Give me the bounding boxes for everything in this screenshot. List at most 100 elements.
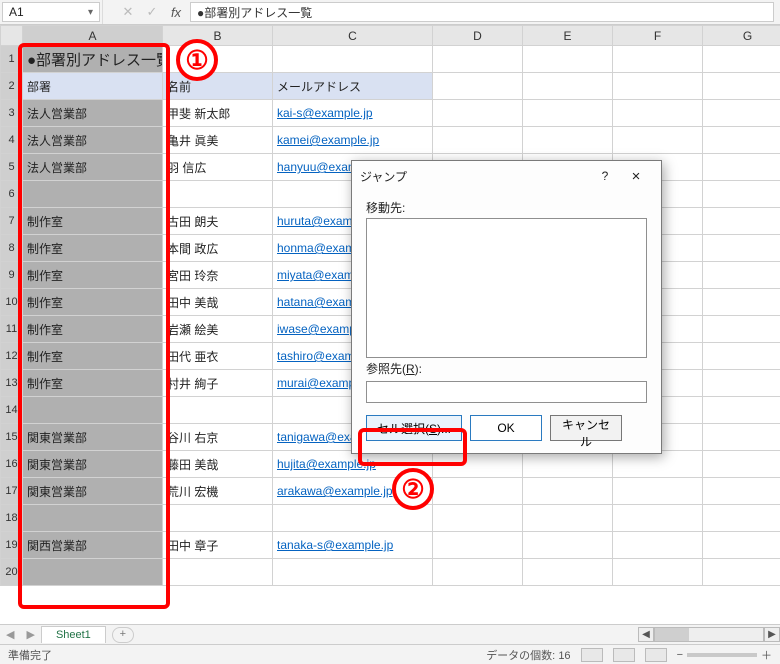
cell[interactable] — [703, 397, 780, 424]
cell[interactable] — [523, 451, 613, 478]
cell[interactable]: 宮田 玲奈 — [163, 262, 273, 289]
cell[interactable] — [523, 505, 613, 532]
cell[interactable]: 制作室 — [23, 343, 163, 370]
zoom-control[interactable]: − ＋ — [677, 647, 772, 663]
cell[interactable] — [703, 532, 780, 559]
dialog-close-button[interactable]: × — [619, 168, 653, 185]
cell[interactable]: 制作室 — [23, 316, 163, 343]
scroll-thumb[interactable] — [655, 628, 689, 641]
cell[interactable] — [703, 478, 780, 505]
zoom-slider[interactable] — [687, 653, 757, 657]
cell[interactable] — [523, 478, 613, 505]
cell[interactable] — [523, 73, 613, 100]
email-link[interactable]: kamei@example.jp — [277, 133, 379, 147]
sheet-tab[interactable]: Sheet1 — [41, 626, 106, 643]
cell[interactable] — [163, 181, 273, 208]
cell[interactable] — [703, 451, 780, 478]
cell[interactable] — [523, 127, 613, 154]
cell[interactable]: 羽 信広 — [163, 154, 273, 181]
cell[interactable] — [273, 505, 433, 532]
cell[interactable] — [613, 478, 703, 505]
cell[interactable] — [163, 397, 273, 424]
cell[interactable] — [703, 127, 780, 154]
cell[interactable] — [523, 100, 613, 127]
cell[interactable] — [523, 46, 613, 73]
name-box-dropdown-icon[interactable]: ▾ — [88, 7, 93, 18]
cell[interactable] — [163, 505, 273, 532]
cell[interactable]: 岩瀬 絵美 — [163, 316, 273, 343]
cell[interactable]: 田中 美哉 — [163, 289, 273, 316]
col-header-G[interactable]: G — [703, 26, 780, 46]
cell[interactable] — [703, 505, 780, 532]
cell[interactable]: 名前 — [163, 73, 273, 100]
zoom-in-icon[interactable]: ＋ — [761, 647, 772, 663]
cell[interactable]: メールアドレス — [273, 73, 433, 100]
cell[interactable] — [23, 397, 163, 424]
cell[interactable]: 部署 — [23, 73, 163, 100]
cell[interactable]: 制作室 — [23, 262, 163, 289]
cell[interactable]: 村井 絢子 — [163, 370, 273, 397]
cell[interactable]: 制作室 — [23, 235, 163, 262]
row-header[interactable]: 19 — [1, 532, 23, 559]
row-header[interactable]: 13 — [1, 370, 23, 397]
col-header-F[interactable]: F — [613, 26, 703, 46]
email-link[interactable]: kai-s@example.jp — [277, 106, 373, 120]
cell[interactable]: arakawa@example.jp — [273, 478, 433, 505]
cell[interactable] — [613, 100, 703, 127]
cell[interactable] — [613, 451, 703, 478]
scroll-left-icon[interactable]: ◀ — [638, 627, 654, 642]
email-link[interactable]: tanaka-s@example.jp — [277, 538, 393, 552]
cell[interactable] — [613, 127, 703, 154]
cell[interactable] — [433, 478, 523, 505]
cell[interactable] — [703, 208, 780, 235]
cell[interactable] — [433, 73, 523, 100]
cell[interactable]: 制作室 — [23, 370, 163, 397]
view-page-break-icon[interactable] — [645, 648, 667, 662]
cell[interactable] — [433, 559, 523, 586]
row-header[interactable]: 16 — [1, 451, 23, 478]
cell[interactable]: 田中 章子 — [163, 532, 273, 559]
cell[interactable] — [703, 559, 780, 586]
cell[interactable] — [703, 370, 780, 397]
select-all-corner[interactable] — [1, 26, 23, 46]
cell[interactable] — [703, 100, 780, 127]
cell[interactable] — [703, 424, 780, 451]
cell[interactable]: 法人営業部 — [23, 100, 163, 127]
cell[interactable]: 亀井 眞美 — [163, 127, 273, 154]
row-header[interactable]: 9 — [1, 262, 23, 289]
cell[interactable] — [703, 316, 780, 343]
cell[interactable] — [703, 154, 780, 181]
row-header[interactable]: 20 — [1, 559, 23, 586]
row-header[interactable]: 1 — [1, 46, 23, 73]
cell[interactable] — [703, 343, 780, 370]
email-link[interactable]: arakawa@example.jp — [277, 484, 393, 498]
row-header[interactable]: 18 — [1, 505, 23, 532]
row-header[interactable]: 14 — [1, 397, 23, 424]
zoom-out-icon[interactable]: − — [677, 649, 683, 661]
cell[interactable]: 関東営業部 — [23, 478, 163, 505]
cell[interactable] — [273, 559, 433, 586]
view-normal-icon[interactable] — [581, 648, 603, 662]
cell[interactable]: kamei@example.jp — [273, 127, 433, 154]
cell[interactable]: kai-s@example.jp — [273, 100, 433, 127]
reference-input[interactable] — [366, 381, 647, 403]
cell[interactable]: 本間 政広 — [163, 235, 273, 262]
cell[interactable] — [163, 46, 273, 73]
cancel-formula-icon[interactable]: ✕ — [116, 0, 140, 24]
cell[interactable]: 法人営業部 — [23, 154, 163, 181]
cell[interactable]: 古田 朗夫 — [163, 208, 273, 235]
special-button[interactable]: セル選択(S)... — [366, 415, 462, 441]
fx-icon[interactable]: fx — [164, 0, 188, 24]
cell[interactable]: ●部署別アドレス一覧 — [23, 46, 163, 73]
row-header[interactable]: 12 — [1, 343, 23, 370]
cell[interactable]: 谷川 右京 — [163, 424, 273, 451]
row-header[interactable]: 10 — [1, 289, 23, 316]
row-header[interactable]: 4 — [1, 127, 23, 154]
col-header-A[interactable]: A — [23, 26, 163, 46]
cell[interactable]: 荒川 宏機 — [163, 478, 273, 505]
cell[interactable]: tanaka-s@example.jp — [273, 532, 433, 559]
cell[interactable] — [433, 100, 523, 127]
move-to-listbox[interactable] — [366, 218, 647, 358]
ok-button[interactable]: OK — [470, 415, 542, 441]
formula-bar[interactable]: ●部署別アドレス一覧 — [190, 2, 774, 22]
